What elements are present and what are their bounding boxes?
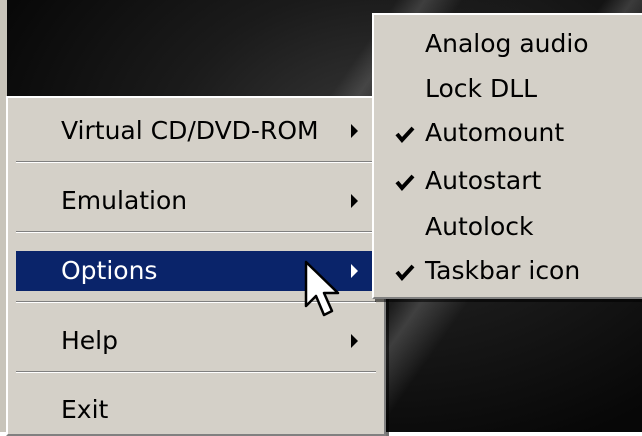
menu-item-virtual-cd-dvd-rom[interactable]: Virtual CD/DVD-ROM [16,111,376,151]
menu-separator [16,371,376,373]
menu-separator [16,161,376,163]
submenu-arrow-icon [351,334,358,348]
menu-item-emulation[interactable]: Emulation [16,181,376,221]
menu-item-help[interactable]: Help [16,321,376,361]
checkmark-icon [395,126,415,144]
submenu-item-autolock[interactable]: Autolock [382,205,634,249]
submenu-item-label: Analog audio [425,29,589,58]
menu-item-label: Options [61,256,158,285]
menu-item-label: Help [61,326,118,355]
submenu-item-analog-audio[interactable]: Analog audio [382,22,634,66]
submenu-item-taskbar-icon[interactable]: Taskbar icon [382,249,634,293]
submenu-item-label: Autostart [425,166,542,195]
menu-item-label: Virtual CD/DVD-ROM [61,116,319,145]
checkmark-icon [395,174,415,192]
submenu-item-label: Lock DLL [425,74,538,103]
submenu-item-label: Taskbar icon [425,256,581,285]
submenu-item-label: Autolock [425,212,534,241]
submenu-item-label: Automount [425,118,565,147]
submenu-arrow-icon [351,264,358,278]
submenu-arrow-icon [351,124,358,138]
submenu-item-automount[interactable]: Automount [382,111,634,155]
checkmark-icon [395,264,415,282]
menu-item-label: Emulation [61,186,188,215]
menu-item-label: Exit [61,395,109,424]
menu-item-exit[interactable]: Exit [16,390,376,430]
submenu-item-autostart[interactable]: Autostart [382,159,634,203]
options-submenu: Analog audio Lock DLL Automount Autostar… [372,13,642,299]
mouse-pointer-icon [304,260,340,317]
submenu-item-lock-dll[interactable]: Lock DLL [382,67,634,111]
submenu-arrow-icon [351,194,358,208]
menu-separator [16,231,376,233]
